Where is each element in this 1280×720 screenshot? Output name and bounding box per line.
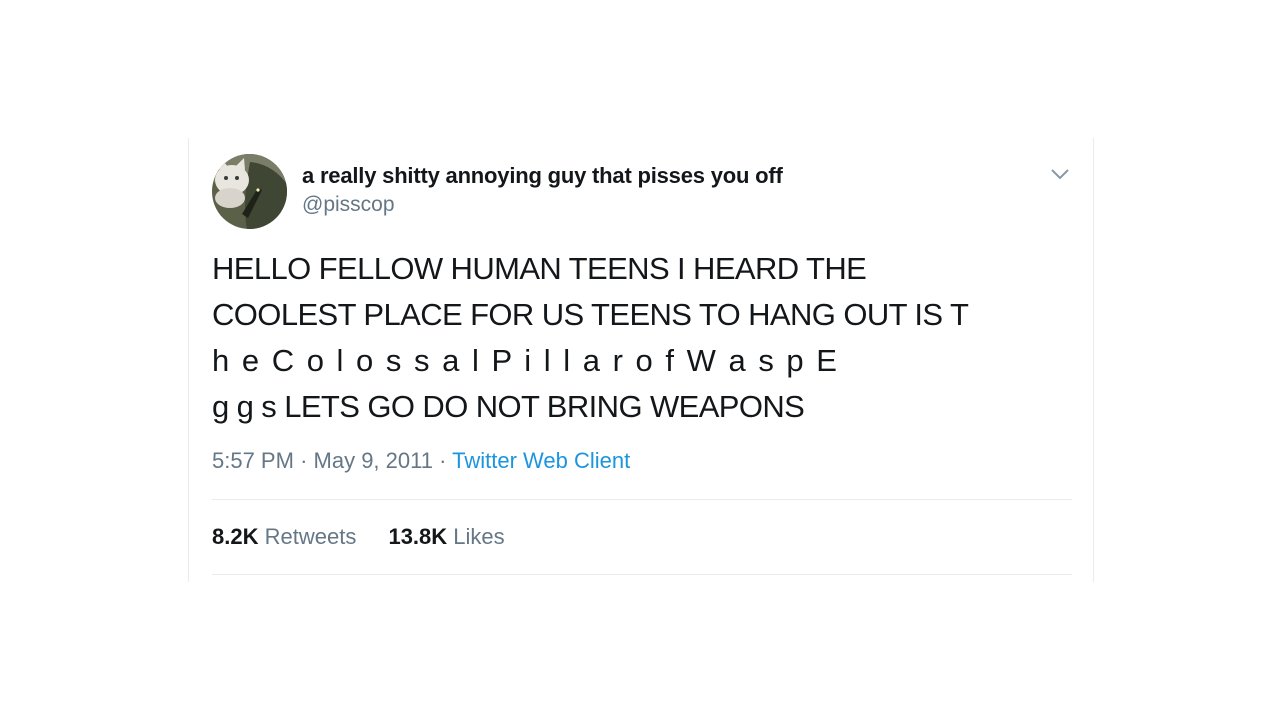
- chevron-down-icon[interactable]: [1049, 166, 1071, 182]
- avatar[interactable]: [212, 154, 287, 229]
- tweet-text-line: h e C o l o s s a l P i l l a r o f W a …: [212, 343, 839, 378]
- tweet-stats: 8.2K Retweets 13.8K Likes: [212, 524, 531, 550]
- likes-label: Likes: [453, 524, 505, 549]
- retweets-count: 8.2K: [212, 524, 259, 549]
- retweets-label: Retweets: [264, 524, 357, 549]
- tweet-text-line: HELLO FELLOW HUMAN TEENS I HEARD THE: [212, 251, 867, 286]
- tweet-card: a really shitty annoying guy that pisses…: [188, 138, 1094, 582]
- divider: [212, 574, 1072, 575]
- likes-count: 13.8K: [388, 524, 448, 549]
- tweet-meta: 5:57 PM · May 9, 2011 · Twitter Web Clie…: [212, 448, 630, 474]
- page: a really shitty annoying guy that pisses…: [0, 0, 1280, 720]
- separator: ·: [439, 448, 447, 473]
- separator: ·: [300, 448, 308, 473]
- tweet-source-link[interactable]: Twitter Web Client: [452, 448, 630, 473]
- divider: [212, 499, 1072, 500]
- retweets-stat[interactable]: 8.2K Retweets: [212, 524, 356, 550]
- cat-avatar-icon: [212, 154, 287, 229]
- display-name[interactable]: a really shitty annoying guy that pisses…: [302, 163, 783, 189]
- tweet-date[interactable]: May 9, 2011: [314, 448, 433, 473]
- likes-stat[interactable]: 13.8K Likes: [388, 524, 504, 550]
- tweet-text: HELLO FELLOW HUMAN TEENS I HEARD THE COO…: [212, 246, 1062, 430]
- tweet-text-line: g g s LETS GO DO NOT BRING WEAPONS: [212, 389, 805, 424]
- username-handle[interactable]: @pisscop: [302, 193, 395, 217]
- tweet-text-line: COOLEST PLACE FOR US TEENS TO HANG OUT I…: [212, 297, 969, 332]
- tweet-time[interactable]: 5:57 PM: [212, 448, 294, 473]
